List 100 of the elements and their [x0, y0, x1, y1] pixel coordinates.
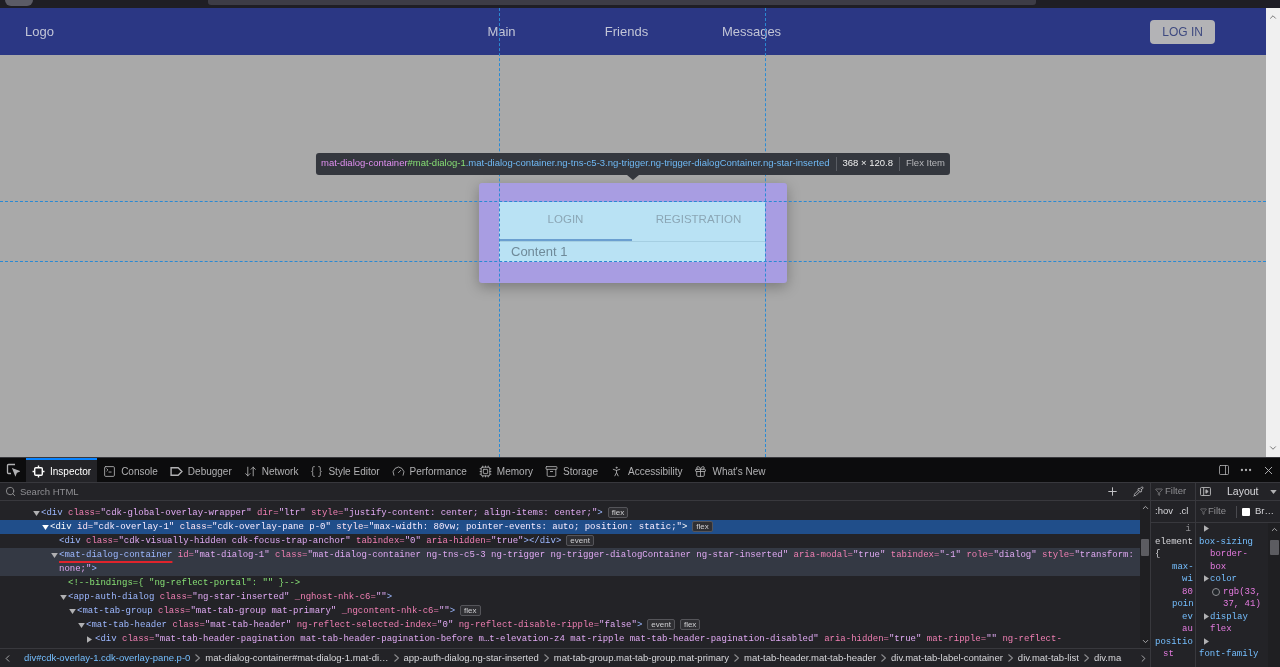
- caret-down-icon[interactable]: [78, 622, 85, 628]
- markup-row[interactable]: <!--bindings={ "ng-reflect-portal": "" }-->: [0, 576, 307, 590]
- property-name: box-sizing: [1199, 535, 1253, 548]
- logo-link[interactable]: Logo: [25, 21, 54, 42]
- breadcrumb[interactable]: mat-tab-group.mat-tab-group.mat-primary: [553, 650, 730, 666]
- filter-field[interactable]: Filter: [1165, 484, 1195, 499]
- scrollbar-thumb[interactable]: [1141, 539, 1149, 556]
- scroll-down-icon[interactable]: [1140, 637, 1150, 646]
- breadcrumb[interactable]: div.ma: [1093, 650, 1122, 666]
- css-text: poin: [1171, 598, 1194, 611]
- checkbox[interactable]: [1242, 507, 1250, 516]
- caret-down-icon[interactable]: [1270, 489, 1277, 494]
- css-text: element: [1154, 535, 1193, 548]
- devtools-tab[interactable]: Storage: [538, 458, 604, 482]
- scrollbar[interactable]: [1268, 523, 1280, 667]
- node-badge[interactable]: flex: [607, 507, 629, 519]
- devtools-tab[interactable]: Memory: [472, 458, 539, 482]
- devtools-tab[interactable]: Accessibility: [604, 458, 689, 482]
- markup-row[interactable]: <div id="cdk-overlay-1" class="cdk-overlay-pane p-0" style="max-width: 80vw; pointer-events: auto; position: static;"> flex: [0, 520, 1140, 534]
- gift-icon: [694, 464, 708, 478]
- node-badge[interactable]: flex: [692, 521, 713, 533]
- chevron-right-icon: [1083, 654, 1089, 662]
- breadcrumb[interactable]: mat-dialog-container#mat-dialog-1.mat-di…: [205, 650, 389, 666]
- markup-row[interactable]: <div class="cdk-global-overlay-wrapper" dir="ltr" style="justify-content: center; align-items: center;"> flex: [0, 506, 635, 520]
- scrollbar[interactable]: [1140, 501, 1150, 648]
- breadcrumb[interactable]: mat-tab-header.mat-tab-header: [744, 650, 877, 666]
- caret-down-icon[interactable]: [42, 524, 49, 530]
- layout-tab[interactable]: Layout: [1227, 483, 1259, 500]
- css-text: i: [1185, 523, 1192, 536]
- css-text: 80: [1181, 585, 1193, 598]
- caret-right-icon[interactable]: [1204, 612, 1209, 620]
- scrollbar-thumb[interactable]: [1269, 540, 1279, 555]
- markup-row[interactable]: <mat-dialog-container id="mat-dialog-1" class="mat-dialog-container ng-tns-c5-3 ng-trigger ng-trigger-dialogContainer ng-star-inserted" aria-modal="true" tabindex="-1" role="dialog" style="transform: none;">: [0, 548, 1140, 576]
- eyedropper-icon[interactable]: [1133, 486, 1144, 497]
- caret-right-icon[interactable]: [1204, 575, 1209, 583]
- breadcrumb[interactable]: div.mat-tab-list: [1017, 650, 1079, 666]
- css-text: ev: [1181, 610, 1193, 623]
- frame-icon: [32, 464, 45, 478]
- panel-toggle-icon[interactable]: [1200, 487, 1211, 496]
- markup-row[interactable]: <div class="cdk-visually-hidden cdk-focus-trap-anchor" tabindex="0" aria-hidden="true"></div> event: [0, 534, 600, 548]
- property-name: color: [1210, 573, 1237, 586]
- breadcrumb[interactable]: div#cdk-overlay-1.cdk-overlay-pane.p-0: [24, 650, 191, 666]
- scroll-down-icon[interactable]: [1268, 443, 1278, 453]
- property-value: rgb(33, 37, 41): [1223, 585, 1262, 611]
- property-value: border-box: [1210, 548, 1249, 573]
- caret-down-icon[interactable]: [51, 552, 58, 558]
- tag-icon: [169, 464, 183, 478]
- scroll-up-icon[interactable]: [1269, 525, 1279, 534]
- markup-row[interactable]: <mat-tab-group class="mat-tab-group mat-primary" _ngcontent-nhk-c6=""> flex: [0, 604, 487, 618]
- caret-right-icon[interactable]: [87, 635, 92, 643]
- markup-row[interactable]: <mat-tab-header class="mat-tab-header" ng-reflect-selected-index="0" ng-reflect-disable-ripple="false"> event flex: [0, 618, 707, 632]
- caret-right-icon[interactable]: [1204, 637, 1209, 645]
- caret-down-icon[interactable]: [60, 594, 67, 600]
- login-button[interactable]: LOG IN: [1150, 19, 1215, 44]
- nav-link[interactable]: Main: [439, 21, 564, 42]
- markup-row[interactable]: <div class="mat-tab-header-pagination mat-tab-header-pagination-before m…t-elevation-z4 mat-ripple mat-tab-header-pagination-disabled" aria-hidden="true" mat-ripple="" ng-reflect-: [0, 632, 1068, 646]
- devtools-tab[interactable]: Style Editor: [304, 458, 386, 482]
- color-swatch-icon[interactable]: [1212, 587, 1220, 596]
- css-text: positio: [1154, 635, 1193, 648]
- nav-link[interactable]: Friends: [564, 21, 689, 42]
- nav-link[interactable]: Messages: [689, 21, 814, 42]
- chevron-right-icon: [543, 654, 549, 662]
- devtools-tab[interactable]: Inspector: [26, 458, 98, 482]
- css-text: {: [1154, 548, 1161, 561]
- node-badge[interactable]: event: [647, 619, 675, 631]
- arrows-icon: [243, 464, 257, 478]
- panels-icon[interactable]: [1218, 464, 1230, 476]
- caret-down-icon[interactable]: [33, 510, 40, 516]
- filter-field[interactable]: Filte: [1208, 504, 1233, 519]
- search-icon: [5, 486, 16, 497]
- breadcrumb[interactable]: div.mat-tab-label-container: [891, 650, 1003, 666]
- plus-icon[interactable]: [1106, 485, 1119, 498]
- scrollbar[interactable]: [1266, 8, 1280, 457]
- search-field[interactable]: Search HTML: [20, 483, 1102, 500]
- chip-icon: [478, 464, 492, 478]
- person-icon: [610, 464, 623, 478]
- node-badge[interactable]: flex: [460, 605, 481, 617]
- node-badge[interactable]: flex: [679, 619, 701, 631]
- filter-icon: [1200, 508, 1207, 515]
- class-toggle[interactable]: .cl: [1178, 504, 1189, 519]
- markup-row[interactable]: <app-auth-dialog class="ng-star-inserted" _nghost-nhk-c6="">: [0, 590, 399, 604]
- scroll-up-icon[interactable]: [1268, 12, 1278, 22]
- scroll-up-icon[interactable]: [1140, 503, 1150, 512]
- devtools-tab[interactable]: Network: [237, 458, 305, 482]
- caret-down-icon[interactable]: [69, 608, 76, 614]
- caret-right-icon[interactable]: [1204, 525, 1209, 533]
- pseudo-class-toggle[interactable]: :hov: [1155, 504, 1173, 519]
- node-badge[interactable]: event: [566, 535, 594, 547]
- gauge-icon: [391, 464, 405, 478]
- checkbox-label: Br…: [1255, 504, 1274, 519]
- cursor-box-icon[interactable]: [6, 463, 20, 477]
- devtools-tab[interactable]: Performance: [385, 458, 473, 482]
- chevron-right-icon: [881, 654, 887, 662]
- css-text: wi: [1181, 573, 1193, 586]
- terminal-icon: [103, 464, 117, 478]
- devtools-tab[interactable]: Debugger: [163, 458, 238, 482]
- property-name: display: [1210, 610, 1248, 623]
- devtools-tab[interactable]: Console: [97, 458, 164, 482]
- breadcrumb[interactable]: app-auth-dialog.ng-star-inserted: [403, 650, 539, 666]
- devtools-tab[interactable]: What's New: [688, 458, 772, 482]
